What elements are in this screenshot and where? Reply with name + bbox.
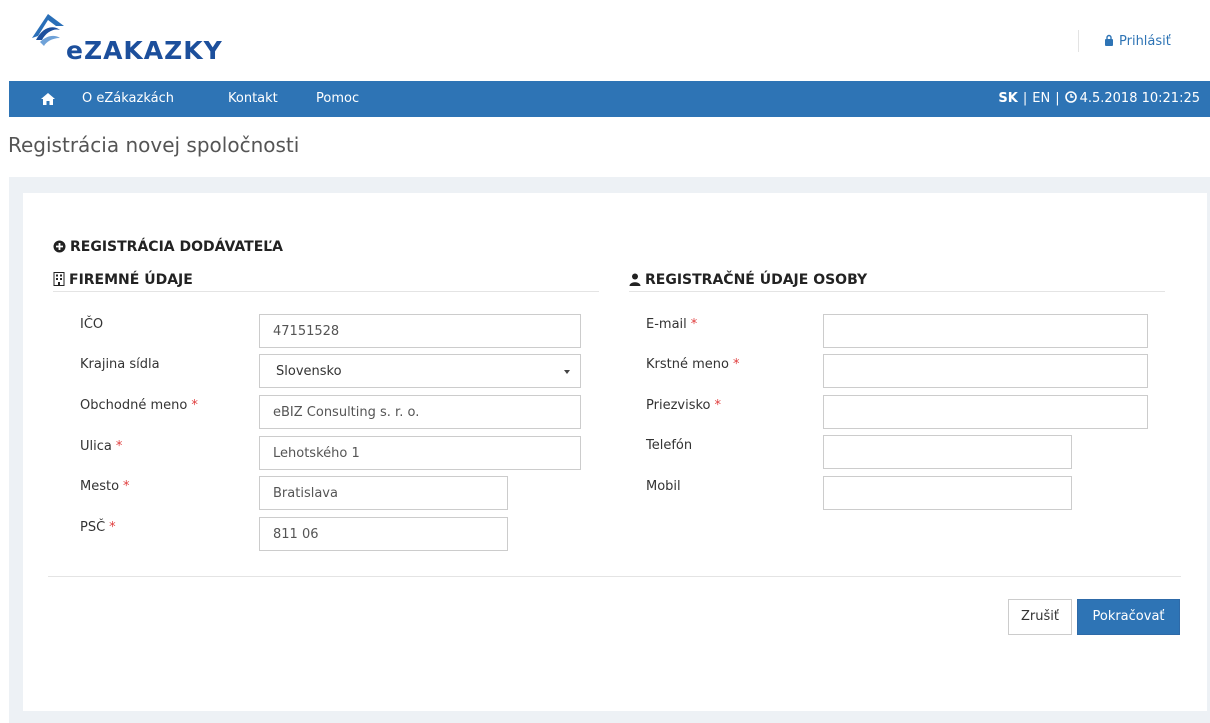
first-name-label: Krstné meno *	[646, 357, 740, 372]
company-section-title: FIREMNÉ ÚDAJE	[53, 272, 193, 288]
last-name-label: Priezvisko *	[646, 398, 721, 413]
login-link[interactable]: Prihlásiť	[1104, 34, 1171, 49]
cancel-button[interactable]: Zrušiť	[1008, 599, 1072, 635]
mobile-label: Mobil	[646, 479, 681, 494]
login-label: Prihlásiť	[1119, 34, 1171, 49]
home-link[interactable]	[41, 81, 57, 117]
country-label: Krajina sídla	[80, 357, 160, 372]
required-mark: *	[690, 317, 698, 332]
required-mark: *	[109, 520, 116, 535]
first-name-input[interactable]	[823, 354, 1148, 388]
top-header: eZAKAZKY Prihlásiť	[0, 0, 1210, 80]
required-mark: *	[732, 357, 740, 372]
email-input[interactable]	[823, 314, 1148, 348]
form-heading-text: REGISTRÁCIA DODÁVATEĽA	[70, 239, 284, 255]
phone-input[interactable]	[823, 435, 1072, 469]
form-footer-rule	[48, 576, 1181, 577]
phone-label: Telefón	[646, 438, 693, 453]
email-label: E-mail *	[646, 317, 698, 332]
current-datetime: 4.5.2018 10:21:25	[1079, 91, 1200, 106]
company-name-input[interactable]	[259, 395, 581, 429]
company-section-rule	[53, 291, 599, 292]
required-mark: *	[191, 398, 198, 413]
person-section-title: REGISTRAČNÉ ÚDAJE OSOBY	[629, 272, 867, 288]
mobile-input[interactable]	[823, 476, 1072, 510]
lang-en-link[interactable]: EN	[1032, 91, 1050, 106]
zip-label: PSČ *	[80, 520, 116, 535]
nav-item-kontakt[interactable]: Kontakt	[228, 81, 278, 117]
continue-button[interactable]: Pokračovať	[1077, 599, 1180, 635]
main-navbar: O eZákazkách Kontakt Pomoc SK | EN | 4.5.201…	[9, 81, 1210, 117]
city-input[interactable]	[259, 476, 508, 510]
required-mark: *	[714, 398, 722, 413]
nav-right-info: SK | EN | 4.5.2018 10:21:25	[998, 81, 1200, 117]
registration-panel: REGISTRÁCIA DODÁVATEĽA FIREMNÉ ÚDAJE IČO…	[23, 193, 1207, 711]
nav-item-pomoc[interactable]: Pomoc	[316, 81, 359, 117]
form-heading: REGISTRÁCIA DODÁVATEĽA	[53, 239, 283, 255]
chevron-down-icon	[564, 370, 570, 374]
logo-text: eZAKAZKY	[66, 36, 223, 65]
separator: |	[1022, 91, 1028, 106]
ico-input[interactable]	[259, 314, 581, 348]
lang-sk-link[interactable]: SK	[998, 91, 1017, 106]
last-name-input[interactable]	[823, 395, 1148, 429]
home-icon	[41, 93, 55, 105]
building-icon	[53, 272, 65, 286]
person-section-title-text: REGISTRAČNÉ ÚDAJE OSOBY	[645, 272, 868, 288]
country-select[interactable]: Slovensko	[259, 354, 581, 388]
person-section-rule	[629, 291, 1165, 292]
page-title: Registrácia novej spoločnosti	[8, 133, 300, 157]
header-divider	[1078, 30, 1079, 52]
logo[interactable]: eZAKAZKY	[26, 10, 266, 68]
ico-label: IČO	[80, 317, 104, 332]
lock-icon	[1105, 34, 1113, 46]
country-select-value: Slovensko	[276, 364, 342, 379]
company-name-label: Obchodné meno *	[80, 398, 198, 413]
user-icon	[629, 273, 641, 286]
zip-input[interactable]	[259, 517, 508, 551]
nav-item-o-ezakazkach[interactable]: O eZákazkách	[82, 81, 174, 117]
separator: |	[1055, 91, 1060, 106]
required-mark: *	[115, 439, 123, 454]
logo-icon	[32, 14, 64, 46]
company-section-title-text: FIREMNÉ ÚDAJE	[69, 272, 193, 288]
plus-circle-icon	[53, 240, 66, 253]
street-label: Ulica *	[80, 439, 123, 454]
clock-icon	[1064, 91, 1077, 103]
city-label: Mesto *	[80, 479, 130, 494]
street-input[interactable]	[259, 436, 581, 470]
required-mark: *	[123, 479, 130, 494]
